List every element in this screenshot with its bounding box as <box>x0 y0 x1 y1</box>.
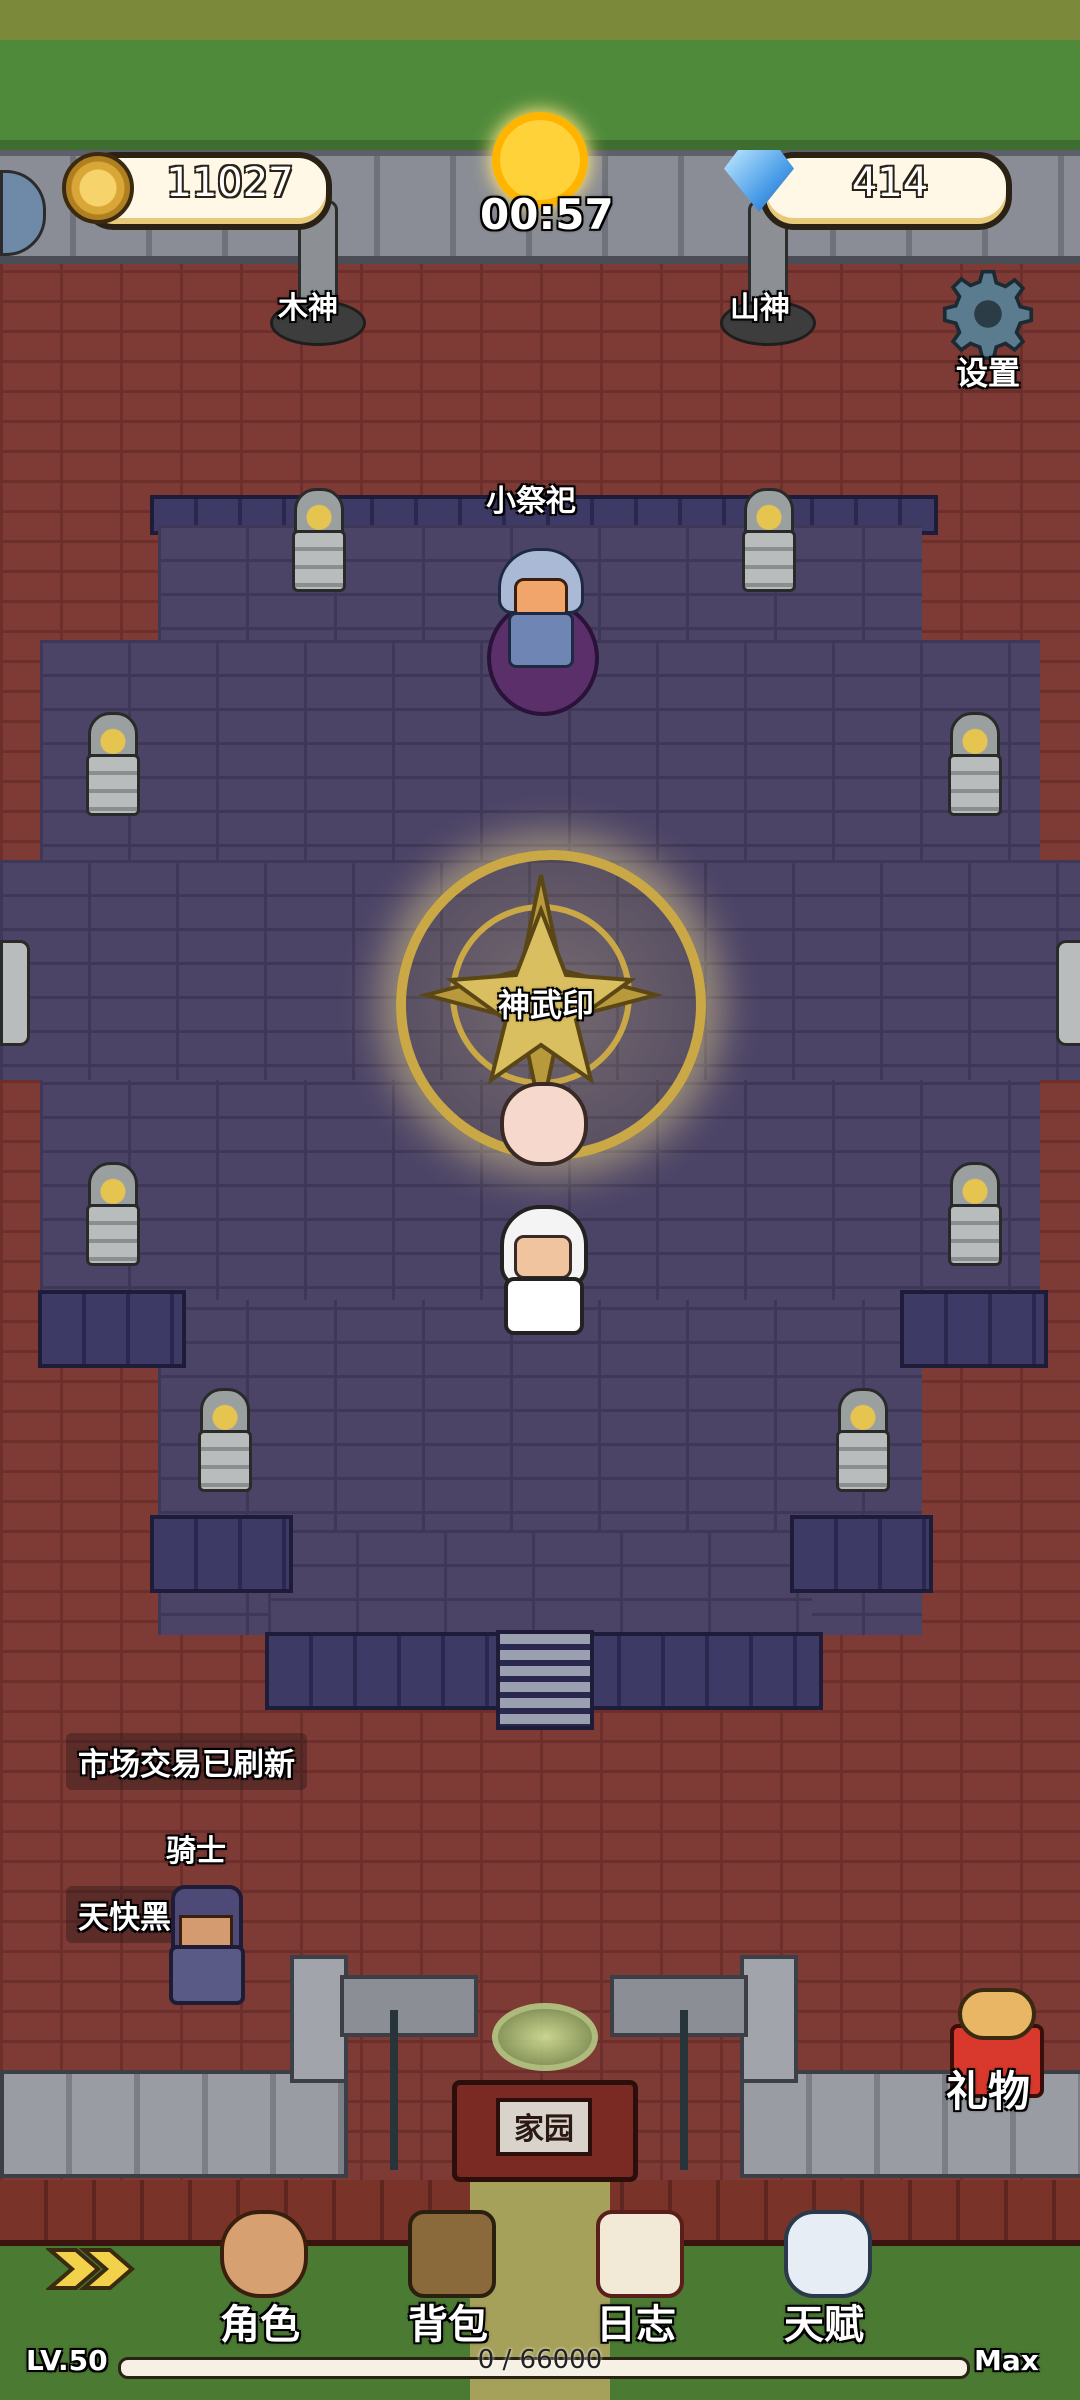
fast-forward-button[interactable] <box>44 2244 138 2294</box>
coin-amount: 11027 <box>166 160 294 206</box>
day-timer: 00:57 <box>480 190 614 239</box>
menu-character-label: 角色 <box>220 2302 300 2348</box>
angel-pet[interactable] <box>500 1082 588 1166</box>
settings-button[interactable]: 设置 <box>940 268 1040 392</box>
temple-wall-right <box>900 1290 1048 1368</box>
stone-pillar <box>288 488 346 592</box>
temple-floor-lower <box>268 1530 812 1640</box>
stone-pillar <box>832 1388 890 1492</box>
menu-journal-label: 日志 <box>596 2302 676 2348</box>
gate-post-right <box>740 1955 798 2083</box>
max-label: Max <box>974 2344 1039 2377</box>
fence-left <box>340 1975 478 2037</box>
player-character[interactable] <box>494 1205 588 1335</box>
sun-icon <box>500 120 580 200</box>
priest-npc[interactable] <box>498 548 584 668</box>
npc-name-label: 小祭祀 <box>486 484 576 519</box>
gift-label: 礼物 <box>946 2067 1031 2116</box>
wood-god-label: 木神 <box>278 291 338 326</box>
home-sign-label: 家园 <box>514 2112 574 2147</box>
journal-icon <box>596 2210 684 2298</box>
stone-pillar <box>82 712 140 816</box>
talent-icon <box>784 2210 872 2298</box>
teleport-portal[interactable] <box>492 2003 598 2071</box>
menu-talent-button[interactable]: 天赋 <box>744 2200 904 2370</box>
temple-wall-left <box>38 1290 186 1368</box>
fence-right <box>610 1975 748 2037</box>
lamp-post-left <box>390 2010 398 2170</box>
market-refresh-message: 市场交易已刷新 <box>66 1733 307 1790</box>
courtyard-wall-left <box>0 2070 348 2178</box>
stone-pillar <box>944 712 1002 816</box>
character-icon <box>220 2210 308 2298</box>
backpack-icon <box>408 2210 496 2298</box>
temple-stairs[interactable] <box>496 1630 594 1730</box>
gear-icon <box>942 269 1034 360</box>
stone-pillar <box>944 1162 1002 1266</box>
double-chevron-icon <box>44 2248 136 2290</box>
stone-pillar <box>194 1388 252 1492</box>
stone-pillar-edge <box>1056 940 1080 1046</box>
settings-label: 设置 <box>956 354 1021 392</box>
menu-character-button[interactable]: 角色 <box>180 2200 340 2370</box>
stone-pillar <box>738 488 796 592</box>
menu-backpack-label: 背包 <box>408 2302 488 2348</box>
knight-npc[interactable] <box>165 1885 245 2005</box>
seal-label: 神武印 <box>498 986 595 1024</box>
knight-name-label: 骑士 <box>166 1834 226 1869</box>
menu-talent-label: 天赋 <box>784 2302 864 2348</box>
coin-icon <box>62 152 134 224</box>
temple-wall-bottom-left <box>150 1515 293 1593</box>
temple-wall-bottom-right <box>790 1515 933 1593</box>
stone-pillar-edge <box>0 940 30 1046</box>
stone-pillar <box>82 1162 140 1266</box>
gem-amount: 414 <box>851 160 929 206</box>
lamp-post-right <box>680 2010 688 2170</box>
xp-progress-text: 0 / 66000 <box>477 2345 603 2375</box>
gift-bag-top <box>958 1988 1036 2040</box>
level-label: LV.50 <box>26 2344 108 2377</box>
mountain-god-label: 山神 <box>730 291 790 326</box>
